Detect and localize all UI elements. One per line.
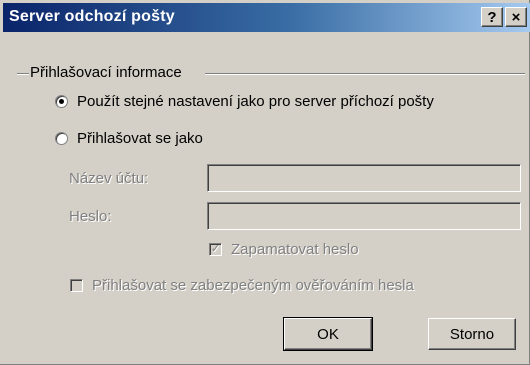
ok-button[interactable]: OK xyxy=(283,317,373,351)
group-label: Přihlašovací informace xyxy=(30,64,186,81)
spa-checkbox-label: Přihlašovat se zabezpečeným ověřováním h… xyxy=(92,277,414,294)
spa-checkbox[interactable]: Přihlašovat se zabezpečeným ověřováním h… xyxy=(70,277,414,294)
window-title: Server odchozí pošty xyxy=(9,8,175,25)
account-name-field[interactable] xyxy=(207,164,521,192)
remember-password-checkbox[interactable]: ✓ Zapamatovat heslo xyxy=(209,241,359,258)
title-bar[interactable]: Server odchozí pošty ? × xyxy=(3,3,530,32)
cancel-button[interactable]: Storno xyxy=(428,318,516,350)
group-border-top xyxy=(205,73,525,75)
password-label: Heslo: xyxy=(69,208,112,225)
help-button[interactable]: ? xyxy=(481,7,503,27)
password-field[interactable] xyxy=(207,202,521,230)
radio-same-settings-dot[interactable] xyxy=(55,95,68,108)
spa-checkbox-box[interactable] xyxy=(70,279,83,292)
account-name-label: Název účtu: xyxy=(69,170,149,187)
radio-login-as[interactable]: Přihlašovat se jako xyxy=(55,130,203,147)
help-icon: ? xyxy=(487,9,497,26)
close-button[interactable]: × xyxy=(505,7,527,27)
group-border-left xyxy=(17,73,29,75)
remember-password-checkmark-icon[interactable]: ✓ xyxy=(209,243,222,256)
dialog-window: Server odchozí pošty ? × Přihlašovací in… xyxy=(0,0,530,365)
radio-same-settings[interactable]: Použít stejné nastavení jako pro server … xyxy=(55,93,434,110)
radio-same-settings-label: Použít stejné nastavení jako pro server … xyxy=(77,93,434,110)
radio-login-as-dot[interactable] xyxy=(55,132,68,145)
close-icon: × xyxy=(511,9,521,26)
remember-password-label: Zapamatovat heslo xyxy=(231,241,359,258)
radio-login-as-label: Přihlašovat se jako xyxy=(77,130,203,147)
